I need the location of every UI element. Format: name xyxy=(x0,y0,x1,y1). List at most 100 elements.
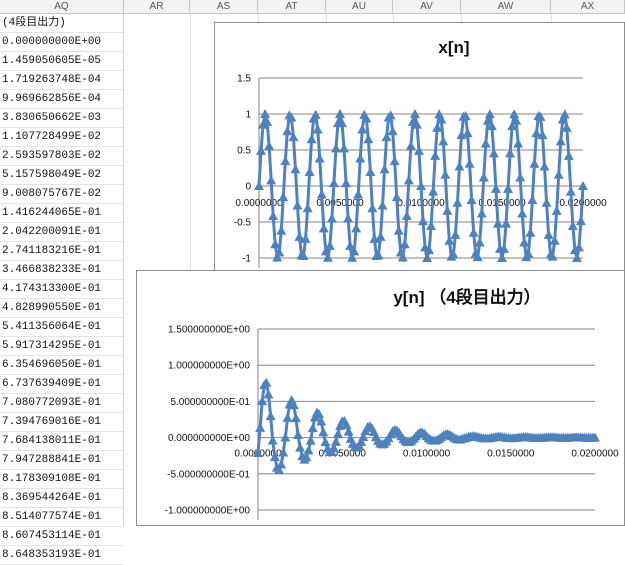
cell-value[interactable]: 8.607453114E-01 xyxy=(0,527,123,546)
cell-value[interactable]: 9.008075767E-02 xyxy=(0,185,123,204)
column-header-ar[interactable]: AR xyxy=(124,0,190,13)
data-point-marker xyxy=(452,197,463,207)
data-point-marker xyxy=(527,195,538,205)
cell-value[interactable]: 7.947288841E-01 xyxy=(0,451,123,470)
data-point-marker xyxy=(302,203,313,213)
data-point-marker xyxy=(393,225,404,235)
data-point-marker xyxy=(333,428,344,438)
data-point-marker xyxy=(280,432,291,442)
cell-value[interactable]: 9.969662856E-04 xyxy=(0,90,123,109)
data-point-marker xyxy=(292,200,303,210)
data-point-marker xyxy=(339,143,350,153)
column-header-ax[interactable]: AX xyxy=(551,0,625,13)
cell-value[interactable]: 5.917314295E-01 xyxy=(0,337,123,356)
cell-value[interactable]: 7.080772093E-01 xyxy=(0,394,123,413)
cell-value[interactable]: 3.830650662E-03 xyxy=(0,109,123,128)
cell-value[interactable]: 5.157598049E-02 xyxy=(0,166,123,185)
y-tick-label: 1.500000000E+00 xyxy=(168,325,250,336)
data-point-marker xyxy=(515,172,526,182)
column-header-as[interactable]: AS xyxy=(190,0,258,13)
data-point-marker xyxy=(401,211,412,221)
cell-value[interactable]: 8.514077574E-01 xyxy=(0,508,123,527)
data-point-marker xyxy=(438,136,449,146)
data-point-marker xyxy=(316,189,327,199)
cell-value[interactable]: 8.178309108E-01 xyxy=(0,470,123,489)
data-point-marker xyxy=(290,413,301,423)
data-point-marker xyxy=(389,156,400,166)
cell-value[interactable]: 3.466838233E-01 xyxy=(0,261,123,280)
data-point-marker xyxy=(351,223,362,233)
cell-value[interactable]: 6.737639409E-01 xyxy=(0,375,123,394)
data-point-marker xyxy=(391,192,402,202)
cell-value[interactable]: 7.684138011E-01 xyxy=(0,432,123,451)
cell-value[interactable]: 2.042200091E-01 xyxy=(0,223,123,242)
data-point-marker xyxy=(367,203,378,213)
data-point-marker xyxy=(341,178,352,188)
column-aq-cells: (4段目出力) 0.000000000E+00 1.459050605E-05 1.7… xyxy=(0,14,124,565)
chart-y-n[interactable]: y[n] （4段目出力） 1.500000000E+00 1.000000000E+… xyxy=(136,270,625,526)
cell-value[interactable]: 8.369544264E-01 xyxy=(0,489,123,508)
chart-title: x[n] xyxy=(438,38,469,57)
data-point-marker xyxy=(517,208,528,218)
data-point-marker xyxy=(303,445,314,455)
data-point-marker xyxy=(385,110,396,120)
chart-title: y[n] （4段目出力） xyxy=(393,287,540,307)
cell-value[interactable]: 1.459050605E-05 xyxy=(0,52,123,71)
data-point-marker xyxy=(466,195,477,205)
data-point-marker xyxy=(306,134,317,144)
data-point-marker xyxy=(276,225,287,235)
cell-value[interactable]: 1.416244065E-01 xyxy=(0,204,123,223)
data-point-marker xyxy=(265,411,276,421)
cell-value[interactable]: 1.107728499E-02 xyxy=(0,128,123,147)
data-point-marker xyxy=(405,140,416,150)
chart-x-n[interactable]: x[n] 1.5 1 0.5 0 -0.5 -1 0.0000000 0.0050000 0.01… xyxy=(214,22,625,275)
cell-value[interactable]: 1.719263748E-04 xyxy=(0,71,123,90)
data-point-marker xyxy=(476,208,487,218)
data-point-marker xyxy=(565,186,576,196)
data-point-marker xyxy=(304,166,315,176)
data-point-marker xyxy=(490,183,501,193)
cell-header-label[interactable]: (4段目出力) xyxy=(0,14,123,33)
column-header-aw[interactable]: AW xyxy=(461,0,551,13)
data-point-marker xyxy=(379,164,390,174)
column-header-aq[interactable]: AQ xyxy=(0,0,124,13)
data-point-marker xyxy=(468,227,479,237)
data-point-marker xyxy=(422,252,433,262)
data-point-marker xyxy=(328,178,339,188)
column-header-av[interactable]: AV xyxy=(393,0,461,13)
data-point-marker xyxy=(282,126,293,136)
data-point-marker xyxy=(267,435,278,445)
y-tick-label: 5.000000000E-01 xyxy=(170,397,250,408)
column-header-bar: AQ AR AS AT AU AV AW AX xyxy=(0,0,625,14)
data-point-marker xyxy=(563,150,574,160)
column-header-au[interactable]: AU xyxy=(326,0,393,13)
data-point-marker xyxy=(375,231,386,241)
data-point-marker xyxy=(478,172,489,182)
cell-value[interactable]: 2.741183216E-01 xyxy=(0,242,123,261)
cell-value[interactable]: 6.354696050E-01 xyxy=(0,356,123,375)
data-point-marker xyxy=(330,436,341,446)
data-point-marker xyxy=(553,169,564,179)
cell-value[interactable]: 2.593597803E-02 xyxy=(0,147,123,166)
data-point-marker xyxy=(290,164,301,174)
data-point-marker xyxy=(318,223,329,233)
cell-value[interactable]: 7.394769016E-01 xyxy=(0,413,123,432)
y-tick-label: 0 xyxy=(245,182,251,193)
data-point-marker xyxy=(326,213,337,223)
column-header-at[interactable]: AT xyxy=(258,0,326,13)
data-point-marker xyxy=(555,136,566,146)
data-point-marker xyxy=(575,216,586,226)
cell-value[interactable]: 4.174313300E-01 xyxy=(0,280,123,299)
cell-value[interactable]: 4.828990550E-01 xyxy=(0,299,123,318)
data-point-marker xyxy=(418,216,429,226)
y-tick-label: 1 xyxy=(245,110,251,121)
cell-value[interactable]: 8.648353193E-01 xyxy=(0,546,123,565)
cell-value[interactable]: 0.000000000E+00 xyxy=(0,33,123,52)
x-tick-label: 0.0150000 xyxy=(487,449,535,460)
data-point-marker xyxy=(305,435,316,445)
cell-value[interactable]: 5.411356064E-01 xyxy=(0,318,123,337)
data-point-marker xyxy=(318,427,329,437)
data-point-marker xyxy=(282,412,293,422)
data-point-marker xyxy=(403,175,414,185)
data-point-marker xyxy=(430,150,441,160)
